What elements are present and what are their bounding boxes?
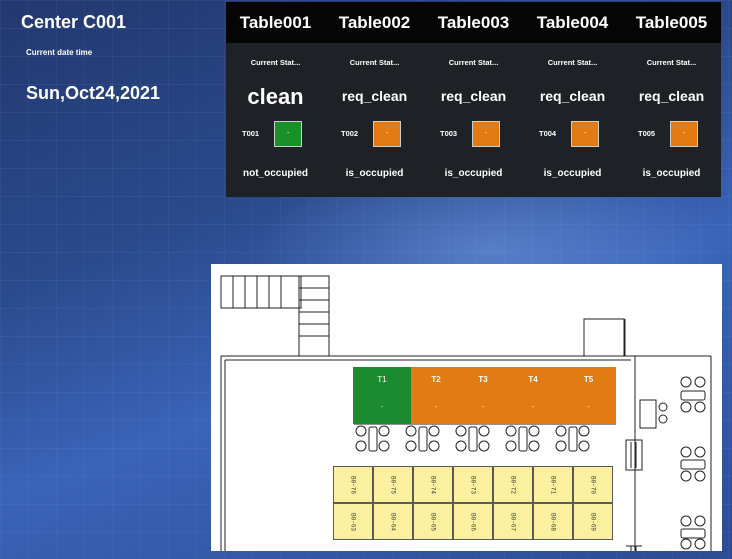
seat-label: B0-65 — [429, 512, 437, 531]
seat-cell[interactable]: B0-64 — [373, 503, 413, 540]
table-id: T005 — [638, 129, 656, 138]
table-column-005[interactable]: Table005 Current Stat... req_clean T005 … — [622, 2, 721, 197]
seat-label: B0-63 — [349, 512, 357, 531]
seat-cell[interactable]: B0-63 — [333, 503, 373, 540]
table-title: Table005 — [635, 13, 708, 32]
floor-plan: T1 - T2 - T3 - T4 - T5 - B0-76 B0-75 B0-… — [211, 264, 722, 551]
seat-cell[interactable]: B0-71 — [533, 466, 573, 503]
seat-label: B0-69 — [589, 512, 597, 531]
status-swatch: - — [472, 121, 500, 147]
table-column-003[interactable]: Table003 Current Stat... req_clean T003 … — [424, 2, 523, 197]
seat-label: B0-72 — [509, 475, 517, 494]
seat-label: B0-71 — [549, 475, 557, 494]
seat-cell[interactable]: B0-70 — [573, 466, 613, 503]
table-title: Table004 — [536, 13, 609, 32]
table-title: Table002 — [338, 13, 411, 32]
seat-label: B0-66 — [469, 512, 477, 531]
seat-label: B0-67 — [509, 512, 517, 531]
swatch-mark: - — [287, 130, 290, 137]
floor-table-t2[interactable]: T2 - — [411, 367, 461, 424]
status-value: req_clean — [341, 88, 408, 104]
swatch-mark: - — [584, 130, 587, 137]
table-title: Table003 — [437, 13, 510, 32]
center-title: Center C001 — [21, 12, 127, 32]
floor-table-t3[interactable]: T3 - — [461, 367, 505, 424]
floor-table-t4[interactable]: T4 - — [505, 367, 561, 424]
seat-cell[interactable]: B0-73 — [453, 466, 493, 503]
swatch-mark: - — [485, 130, 488, 137]
table-id: T002 — [341, 129, 359, 138]
status-value: clean — [247, 84, 304, 109]
table-title: Table001 — [239, 13, 312, 32]
status-value: req_clean — [638, 88, 705, 104]
seat-cell[interactable]: B0-67 — [493, 503, 533, 540]
seat-cell[interactable]: B0-69 — [573, 503, 613, 540]
status-value: req_clean — [539, 88, 606, 104]
current-status-label: Current Stat... — [349, 58, 400, 67]
status-swatch: - — [670, 121, 698, 147]
table-column-004[interactable]: Table004 Current Stat... req_clean T004 … — [523, 2, 622, 197]
floor-table-t5[interactable]: T5 - — [561, 367, 616, 424]
occupancy-status: is_occupied — [444, 168, 503, 179]
seat-label: B0-64 — [389, 512, 397, 531]
seat-label: B0-74 — [429, 475, 437, 494]
seat-cell[interactable]: B0-74 — [413, 466, 453, 503]
seat-label: B0-70 — [589, 475, 597, 494]
current-status-label: Current Stat... — [448, 58, 499, 67]
swatch-mark: - — [386, 130, 389, 137]
floor-table-label: T2 — [431, 375, 441, 384]
seat-cell[interactable]: B0-72 — [493, 466, 533, 503]
table-id: T001 — [242, 129, 260, 138]
table-column-002[interactable]: Table002 Current Stat... req_clean T002 … — [325, 2, 424, 197]
floor-table-mark: - — [481, 404, 485, 411]
table-status-panel: Table001 Current Stat... clean T001 - no… — [226, 2, 721, 197]
seat-cell[interactable]: B0-75 — [373, 466, 413, 503]
floor-table-label: T3 — [478, 375, 488, 384]
floor-table-label: T4 — [528, 375, 538, 384]
status-swatch: - — [571, 121, 599, 147]
floor-table-mark: - — [587, 404, 590, 411]
table-column-001[interactable]: Table001 Current Stat... clean T001 - no… — [226, 2, 325, 197]
occupancy-status: is_occupied — [642, 168, 701, 179]
swatch-mark: - — [683, 130, 686, 137]
seat-cell[interactable]: B0-66 — [453, 503, 493, 540]
current-status-label: Current Stat... — [250, 58, 301, 67]
table-id: T004 — [539, 129, 557, 138]
seat-label: B0-73 — [469, 475, 477, 494]
seat-cell[interactable]: B0-65 — [413, 503, 453, 540]
floor-table-t1[interactable]: T1 - — [353, 367, 411, 424]
floor-table-label: T5 — [583, 375, 594, 384]
occupancy-status: not_occupied — [242, 168, 308, 179]
current-status-label: Current Stat... — [547, 58, 598, 67]
table-id: T003 — [440, 129, 458, 138]
seat-cell[interactable]: B0-76 — [333, 466, 373, 503]
floor-table-mark: - — [380, 404, 384, 411]
status-swatch: - — [274, 121, 302, 147]
floor-table-mark: - — [434, 404, 438, 411]
status-swatch: - — [373, 121, 401, 147]
date-value: Sun,Oct24,2021 — [26, 83, 161, 103]
seat-label: B0-76 — [349, 475, 357, 494]
status-value: req_clean — [440, 88, 507, 104]
seat-cell[interactable]: B0-68 — [533, 503, 573, 540]
floor-table-mark: - — [531, 404, 535, 411]
occupancy-status: is_occupied — [345, 168, 404, 179]
seat-label: B0-68 — [549, 512, 557, 531]
seat-label: B0-75 — [389, 475, 397, 494]
floor-table-label: T1 — [377, 375, 387, 384]
current-status-label: Current Stat... — [646, 58, 697, 67]
date-label: Current date time — [26, 48, 93, 57]
occupancy-status: is_occupied — [543, 168, 602, 179]
